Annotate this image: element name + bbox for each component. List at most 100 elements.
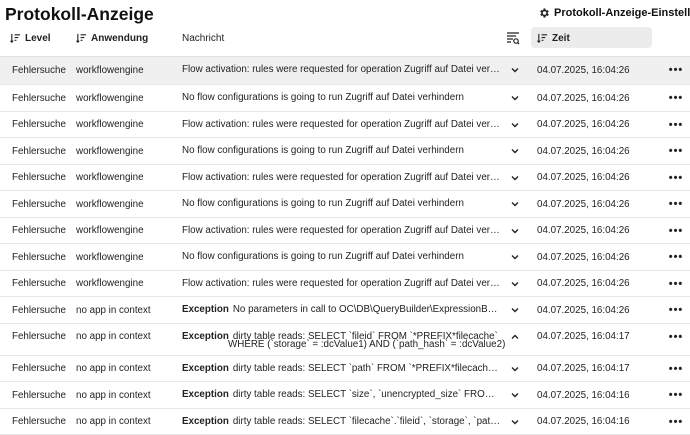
table-row[interactable]: FehlersucheworkflowengineNo flow configu… [0, 191, 690, 218]
row-expand-toggle[interactable] [508, 85, 522, 111]
row-message: Exceptiondirty table reads: SELECT `path… [182, 356, 500, 382]
chevron-down-icon [510, 199, 520, 209]
row-more-icon[interactable]: ••• [668, 382, 684, 408]
chevron-down-icon [510, 146, 520, 156]
column-message: Nachricht [182, 26, 224, 50]
row-time: 04.07.2025, 16:04:26 [537, 297, 647, 323]
table-row[interactable]: FehlersucheworkflowengineFlow activation… [0, 56, 690, 85]
row-message-continued: WHERE (`storage` = :dcValue1) AND (`path… [228, 339, 505, 350]
row-message: ExceptionNo parameters in call to OC\DB\… [182, 297, 500, 323]
row-message: Flow activation: rules were requested fo… [182, 271, 500, 297]
table-row[interactable]: Fehlersucheno app in contextExceptiondir… [0, 356, 690, 383]
row-more-icon[interactable]: ••• [668, 165, 684, 191]
row-exception-label: Exception [182, 416, 229, 427]
chevron-down-icon [510, 226, 520, 236]
row-app: workflowengine [76, 271, 176, 297]
row-expand-toggle[interactable] [508, 165, 522, 191]
row-app: workflowengine [76, 244, 176, 270]
row-time: 04.07.2025, 16:04:26 [537, 191, 647, 217]
column-time[interactable]: Zeit [537, 26, 570, 50]
row-app: workflowengine [76, 138, 176, 164]
row-more-icon[interactable]: ••• [668, 244, 684, 270]
row-time: 04.07.2025, 16:04:26 [537, 218, 647, 244]
row-expand-toggle[interactable] [508, 57, 522, 83]
row-app: workflowengine [76, 57, 176, 83]
row-app: workflowengine [76, 112, 176, 138]
row-expand-toggle[interactable] [508, 382, 522, 408]
table-row[interactable]: FehlersucheworkflowengineFlow activation… [0, 218, 690, 245]
row-more-icon[interactable]: ••• [668, 112, 684, 138]
row-expand-toggle[interactable] [508, 271, 522, 297]
column-level[interactable]: Level [10, 26, 51, 50]
row-app: workflowengine [76, 165, 176, 191]
row-message-text: No flow configurations is going to run Z… [182, 92, 464, 103]
row-message: No flow configurations is going to run Z… [182, 85, 500, 111]
row-more-icon[interactable]: ••• [668, 271, 684, 297]
row-expand-toggle[interactable] [508, 297, 522, 323]
row-app: no app in context [76, 297, 176, 323]
row-message-text: No flow configurations is going to run Z… [182, 251, 464, 262]
row-message-text: dirty table reads: SELECT `size`, `unenc… [233, 389, 500, 400]
row-message-text: No flow configurations is going to run Z… [182, 198, 464, 209]
page-title: Protokoll-Anzeige [5, 4, 154, 25]
row-message-text: Flow activation: rules were requested fo… [182, 172, 500, 183]
row-time: 04.07.2025, 16:04:26 [537, 85, 647, 111]
table-row[interactable]: FehlersucheworkflowengineFlow activation… [0, 112, 690, 139]
table-row[interactable]: FehlersucheworkflowengineNo flow configu… [0, 244, 690, 271]
row-time: 04.07.2025, 16:04:17 [537, 324, 647, 350]
sort-icon [10, 33, 21, 44]
row-more-icon[interactable]: ••• [668, 356, 684, 382]
row-expand-toggle[interactable] [508, 324, 522, 350]
row-exception-label: Exception [182, 304, 229, 315]
row-time: 04.07.2025, 16:04:26 [537, 138, 647, 164]
row-expand-toggle[interactable] [508, 138, 522, 164]
chevron-down-icon [510, 390, 520, 400]
row-more-icon[interactable]: ••• [668, 297, 684, 323]
table-row[interactable]: FehlersucheworkflowengineFlow activation… [0, 165, 690, 192]
row-more-icon[interactable]: ••• [668, 218, 684, 244]
row-message-text: Flow activation: rules were requested fo… [182, 225, 500, 236]
chevron-down-icon [510, 252, 520, 262]
row-more-icon[interactable]: ••• [668, 409, 684, 435]
row-more-icon[interactable]: ••• [668, 85, 684, 111]
row-message-text: dirty table reads: SELECT `filecache`.`f… [233, 416, 500, 427]
filter-icon[interactable] [506, 31, 520, 45]
table-row[interactable]: Fehlersucheno app in context Exception dir… [0, 409, 690, 435]
row-level: Fehlersuche [12, 356, 72, 382]
table-row[interactable]: FehlersucheworkflowengineNo flow configu… [0, 85, 690, 112]
row-expand-toggle[interactable] [508, 191, 522, 217]
table-row[interactable]: FehlersucheworkflowengineNo flow configu… [0, 138, 690, 165]
row-app: no app in context [76, 409, 176, 435]
row-expand-toggle[interactable] [508, 244, 522, 270]
table-row[interactable]: Fehlersucheno app in contextExceptiondir… [0, 382, 690, 409]
row-level: Fehlersuche [12, 324, 72, 350]
row-expand-toggle[interactable] [508, 356, 522, 382]
row-expand-toggle[interactable] [508, 112, 522, 138]
table-row[interactable]: Fehlersucheno app in contextExceptionNo … [0, 297, 690, 324]
row-level: Fehlersuche [12, 409, 72, 435]
row-time: 04.07.2025, 16:04:17 [537, 356, 647, 382]
row-level: Fehlersuche [12, 191, 72, 217]
row-message-text: Flow activation: rules were requested fo… [182, 278, 500, 289]
column-level-label: Level [25, 33, 51, 44]
row-expand-toggle[interactable] [508, 409, 522, 435]
row-message: Flow activation: rules were requested fo… [182, 57, 500, 83]
row-message: Flow activation: rules were requested fo… [182, 218, 500, 244]
row-more-icon[interactable]: ••• [668, 191, 684, 217]
row-time: 04.07.2025, 16:04:16 [537, 382, 647, 408]
row-more-icon[interactable]: ••• [668, 138, 684, 164]
row-more-icon[interactable]: ••• [668, 324, 684, 350]
row-expand-toggle[interactable] [508, 218, 522, 244]
row-message: No flow configurations is going to run Z… [182, 191, 500, 217]
log-table: FehlersucheworkflowengineFlow activation… [0, 56, 690, 435]
table-row[interactable]: Fehlersucheno app in contextExceptiondir… [0, 324, 690, 356]
table-row[interactable]: FehlersucheworkflowengineFlow activation… [0, 271, 690, 298]
row-app: no app in context [76, 356, 176, 382]
row-exception-label: Exception [182, 363, 229, 374]
settings-button[interactable]: Protokoll-Anzeige-Einstellungen [538, 7, 690, 19]
column-message-label: Nachricht [182, 33, 224, 44]
row-message: Flow activation: rules were requested fo… [182, 112, 500, 138]
row-level: Fehlersuche [12, 138, 72, 164]
row-more-icon[interactable]: ••• [668, 57, 684, 83]
column-app[interactable]: Anwendung [76, 26, 148, 50]
